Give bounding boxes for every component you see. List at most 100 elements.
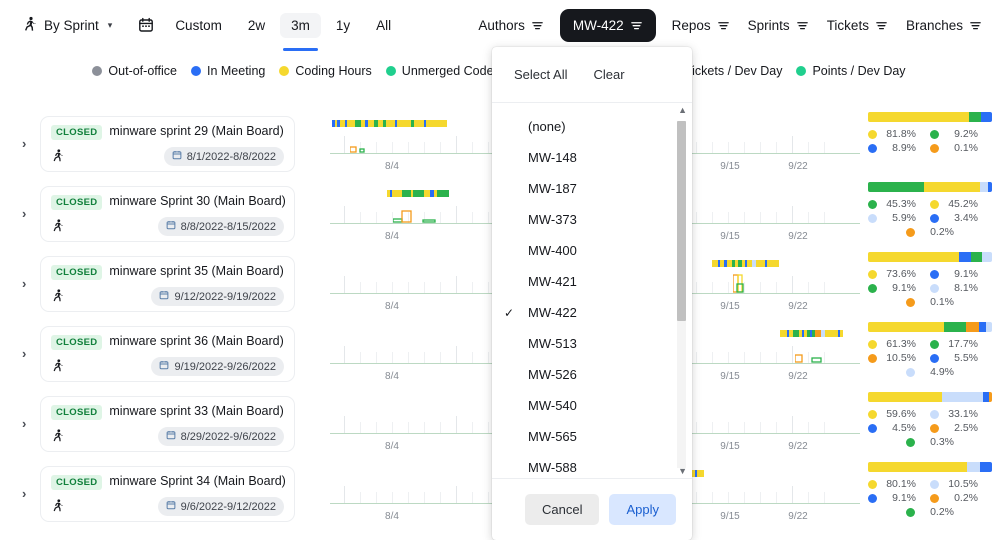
sprint-date-range-text: 8/8/2022-8/15/2022 (181, 221, 276, 233)
range-2w[interactable]: 2w (237, 13, 276, 38)
sprint-date-range-text: 8/29/2022-9/6/2022 (181, 431, 276, 443)
filter-repos[interactable]: Repos (670, 15, 732, 36)
range-1y[interactable]: 1y (325, 13, 361, 38)
stat-percent: 45.3% (882, 198, 916, 210)
chart-gridline (392, 352, 393, 363)
stat-percent: 73.6% (882, 268, 916, 280)
stat-bar-segment (980, 462, 991, 472)
stat-bar-segment (966, 322, 979, 332)
stat-percent: 8.9% (882, 142, 916, 154)
chart-gridline (792, 486, 793, 503)
row-expand-chevron-icon[interactable]: › (22, 206, 26, 221)
sprint-card-header: CLOSEDminware sprint 36 (Main Board) (51, 334, 284, 350)
filter-authors[interactable]: Authors (476, 15, 546, 36)
dropdown-option-mw-148[interactable]: MW-148 (492, 142, 692, 173)
row-expand-chevron-icon[interactable]: › (22, 136, 26, 151)
group-by-selector[interactable]: By Sprint ▾ (18, 12, 116, 39)
sprint-card[interactable]: CLOSEDminware sprint 29 (Main Board)8/1/… (40, 116, 295, 172)
chart-gridline (712, 352, 713, 363)
chart-gridline (744, 212, 745, 223)
dropdown-option-list[interactable]: ▲ ▼ (none)MW-148MW-187MW-373 MW-400 MW-421… (492, 103, 692, 478)
filter-sprints[interactable]: Sprints (746, 15, 811, 36)
chart-gridline (456, 276, 457, 293)
sprint-card[interactable]: CLOSEDminware sprint 33 (Main Board)8/29… (40, 396, 295, 452)
chart-gridline (376, 492, 377, 503)
stat-bar-segment (924, 182, 980, 192)
stat-legend-item: 17.7% (930, 337, 992, 351)
scroll-up-arrow[interactable]: ▲ (678, 105, 687, 115)
sprint-card-footer: 9/12/2022-9/19/2022 (51, 287, 284, 306)
row-expand-chevron-icon[interactable]: › (22, 276, 26, 291)
sprint-card[interactable]: CLOSEDminware Sprint 30 (Main Board)8/8/… (40, 186, 295, 242)
scroll-down-arrow[interactable]: ▼ (678, 466, 687, 476)
sprint-date-range: 9/6/2022-9/12/2022 (158, 497, 284, 516)
range-3m[interactable]: 3m (280, 13, 321, 38)
sprint-date-range: 9/12/2022-9/19/2022 (151, 287, 284, 306)
row-expand-chevron-icon[interactable]: › (22, 486, 26, 501)
activity-segment (840, 330, 843, 337)
range-all[interactable]: All (365, 13, 402, 38)
sprint-card[interactable]: CLOSEDminware sprint 36 (Main Board)9/19… (40, 326, 295, 382)
dropdown-option-mw-540[interactable]: MW-540 (492, 390, 692, 421)
row-expand-chevron-icon[interactable]: › (22, 416, 26, 431)
calendar-icon (166, 220, 176, 233)
filter-tickets[interactable]: Tickets (825, 15, 890, 36)
sprint-stats: 80.1%10.5%9.1%0.2%0.2% (868, 462, 992, 519)
chart-gridline (472, 492, 473, 503)
dropdown-option-mw-526[interactable]: MW-526 (492, 359, 692, 390)
calendar-icon[interactable] (138, 17, 154, 33)
dropdown-option-label: MW-422 (528, 305, 577, 320)
chart-gridline (392, 492, 393, 503)
chart-gridline (808, 492, 809, 503)
chart-gridline (696, 492, 697, 503)
toolbar-filter-group: Authors MW-422 Repos (476, 9, 998, 42)
stat-bar-segment (868, 392, 942, 402)
range-custom[interactable]: Custom (164, 13, 233, 38)
runner-icon (51, 288, 64, 306)
chart-gridline (792, 206, 793, 223)
sprint-stats: 61.3%17.7%10.5%5.5%4.9% (868, 322, 992, 379)
select-all-button[interactable]: Select All (514, 67, 567, 82)
stat-legend-item: 0.3% (868, 435, 992, 449)
stat-legend-item: 0.2% (868, 505, 992, 519)
chart-gridline (488, 212, 489, 223)
dropdown-option-mw-187[interactable]: MW-187 (492, 173, 692, 204)
clear-button[interactable]: Clear (593, 67, 624, 82)
dropdown-option-mw-565[interactable]: MW-565 (492, 421, 692, 452)
apply-button[interactable]: Apply (609, 494, 676, 525)
stat-color-dot (868, 480, 877, 489)
dropdown-option-mw-421[interactable]: MW-421 (492, 266, 692, 297)
cancel-button[interactable]: Cancel (525, 494, 599, 525)
sprint-card[interactable]: CLOSEDminware sprint 35 (Main Board)9/12… (40, 256, 295, 312)
stat-legend-item: 3.4% (930, 211, 992, 225)
dropdown-option-mw-373[interactable]: MW-373 (492, 204, 692, 235)
chart-gridline (760, 142, 761, 153)
stat-bar-segment (942, 392, 983, 402)
calendar-icon (166, 430, 176, 443)
filter-branches[interactable]: Branches (904, 15, 984, 36)
chart-gridline (824, 142, 825, 153)
chart-gridline (744, 422, 745, 433)
dropdown-option-mw-588[interactable]: MW-588 (492, 452, 692, 478)
row-expand-chevron-icon[interactable]: › (22, 346, 26, 361)
sprint-title: minware Sprint 30 (Main Board) (109, 194, 285, 208)
sprint-card[interactable]: CLOSEDminware Sprint 34 (Main Board)9/6/… (40, 466, 295, 522)
chart-gridline (712, 492, 713, 503)
filter-ticket-mw-422[interactable]: MW-422 (560, 9, 656, 42)
stat-percent: 33.1% (944, 408, 978, 420)
calendar-icon (166, 500, 176, 513)
chart-gridline (424, 492, 425, 503)
dropdown-option-none[interactable]: (none) (492, 111, 692, 142)
dropdown-scrollbar-thumb[interactable] (677, 121, 686, 321)
calendar-icon (159, 360, 169, 373)
chart-gridline (408, 422, 409, 433)
chart-gridline (728, 142, 729, 153)
chart-tick-label: 9/22 (788, 231, 807, 242)
dropdown-option-mw-513[interactable]: MW-513 (492, 328, 692, 359)
sprint-date-range: 8/8/2022-8/15/2022 (158, 217, 284, 236)
dropdown-option-mw-400[interactable]: MW-400 (492, 235, 692, 266)
dropdown-option-label: MW-400 (528, 243, 577, 258)
stat-legend-item: 9.2% (930, 127, 992, 141)
filter-ticket-label: MW-422 (573, 18, 624, 33)
dropdown-option-mw-422[interactable]: ✓MW-422 (492, 297, 692, 328)
